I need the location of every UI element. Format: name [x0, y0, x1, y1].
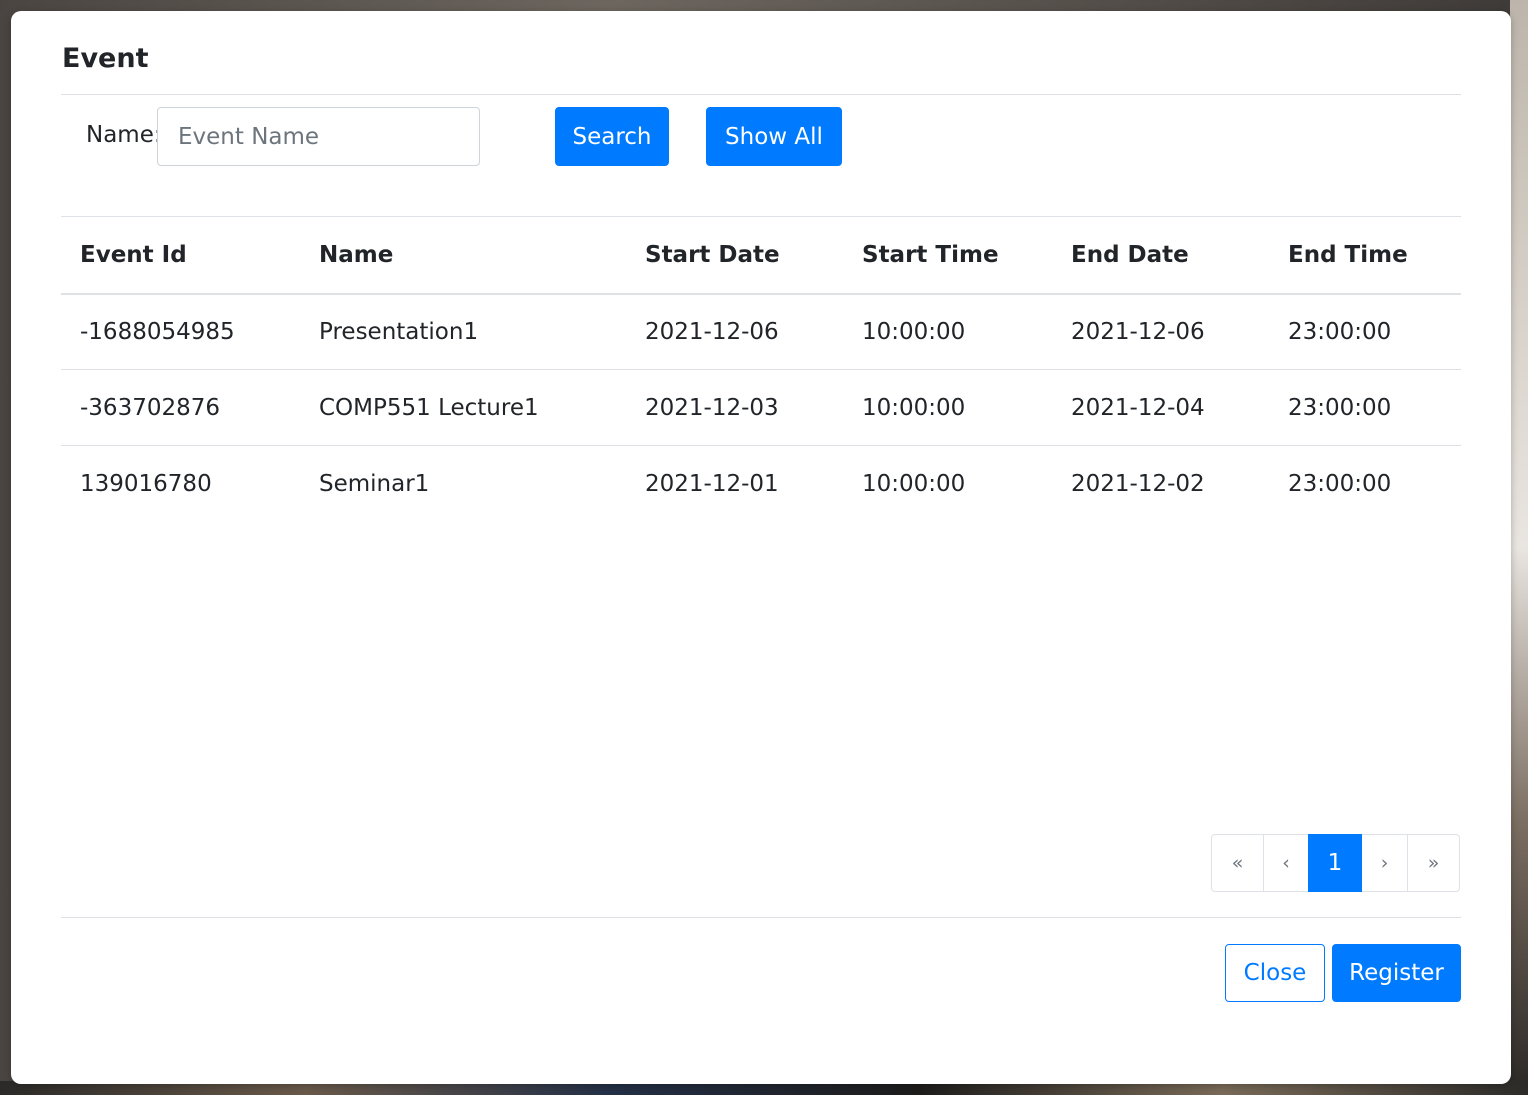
backdrop-right-edge	[1510, 0, 1528, 1095]
double-chevron-right-icon: »	[1427, 852, 1440, 874]
table-row[interactable]: -363702876 COMP551 Lecture1 2021-12-03 1…	[61, 369, 1461, 446]
pagination: « ‹ 1 › »	[1211, 834, 1460, 892]
cell-start-time: 10:00:00	[862, 470, 966, 497]
modal-title: Event	[62, 43, 149, 74]
search-button[interactable]: Search	[555, 107, 669, 166]
name-label: Name:	[86, 122, 162, 148]
cell-name: COMP551 Lecture1	[300, 369, 626, 446]
prev-page-button[interactable]: ‹	[1263, 834, 1309, 892]
cell-start-time: 10:00:00	[843, 293, 1052, 370]
footer-divider	[61, 917, 1461, 918]
header-divider	[61, 94, 1461, 95]
header-event-id[interactable]: Event Id	[61, 216, 300, 295]
first-page-button[interactable]: «	[1211, 834, 1264, 892]
header-end-time[interactable]: End Time	[1269, 216, 1461, 295]
last-page-button[interactable]: »	[1407, 834, 1460, 892]
header-start-time[interactable]: Start Time	[843, 216, 1052, 295]
close-button[interactable]: Close	[1225, 944, 1325, 1002]
cell-name: Presentation1	[300, 293, 626, 370]
chevron-left-icon: ‹	[1282, 852, 1290, 874]
cell-name: Seminar1	[319, 470, 430, 497]
table-header-row: Event Id Name Start Date Start Time End …	[61, 216, 1461, 295]
cell-end-time: 23:00:00	[1269, 369, 1461, 446]
cell-end-time: 23:00:00	[1288, 470, 1392, 497]
header-end-date[interactable]: End Date	[1052, 216, 1269, 295]
chevron-right-icon: ›	[1380, 852, 1389, 874]
cell-start-date: 2021-12-06	[626, 293, 843, 370]
header-start-date[interactable]: Start Date	[626, 216, 843, 295]
cell-event-id: -1688054985	[61, 293, 300, 370]
cell-end-date: 2021-12-02	[1071, 470, 1205, 497]
next-page-button[interactable]: ›	[1361, 834, 1408, 892]
header-name[interactable]: Name	[300, 216, 626, 295]
page-number: 1	[1327, 850, 1343, 876]
table-row[interactable]: -1688054985 Presentation1 2021-12-06 10:…	[61, 293, 1461, 370]
cell-start-time: 10:00:00	[843, 369, 1052, 446]
cell-start-date: 2021-12-03	[626, 369, 843, 446]
table-row[interactable]: 139016780 Seminar1 2021-12-01 10:00:00 2…	[61, 446, 1461, 522]
cell-event-id: 139016780	[80, 470, 212, 497]
event-modal: Event Name: Search Show All Event Id Nam…	[11, 11, 1511, 1084]
cell-end-date: 2021-12-04	[1052, 369, 1269, 446]
page-1-button[interactable]: 1	[1308, 834, 1362, 892]
cell-end-time: 23:00:00	[1269, 293, 1461, 370]
show-all-button[interactable]: Show All	[706, 107, 842, 166]
double-chevron-left-icon: «	[1231, 852, 1244, 874]
event-name-input[interactable]	[157, 107, 480, 166]
cell-start-date: 2021-12-01	[645, 470, 779, 497]
cell-end-date: 2021-12-06	[1052, 293, 1269, 370]
register-button[interactable]: Register	[1332, 944, 1461, 1002]
cell-event-id: -363702876	[61, 369, 300, 446]
events-table: Event Id Name Start Date Start Time End …	[61, 216, 1461, 522]
